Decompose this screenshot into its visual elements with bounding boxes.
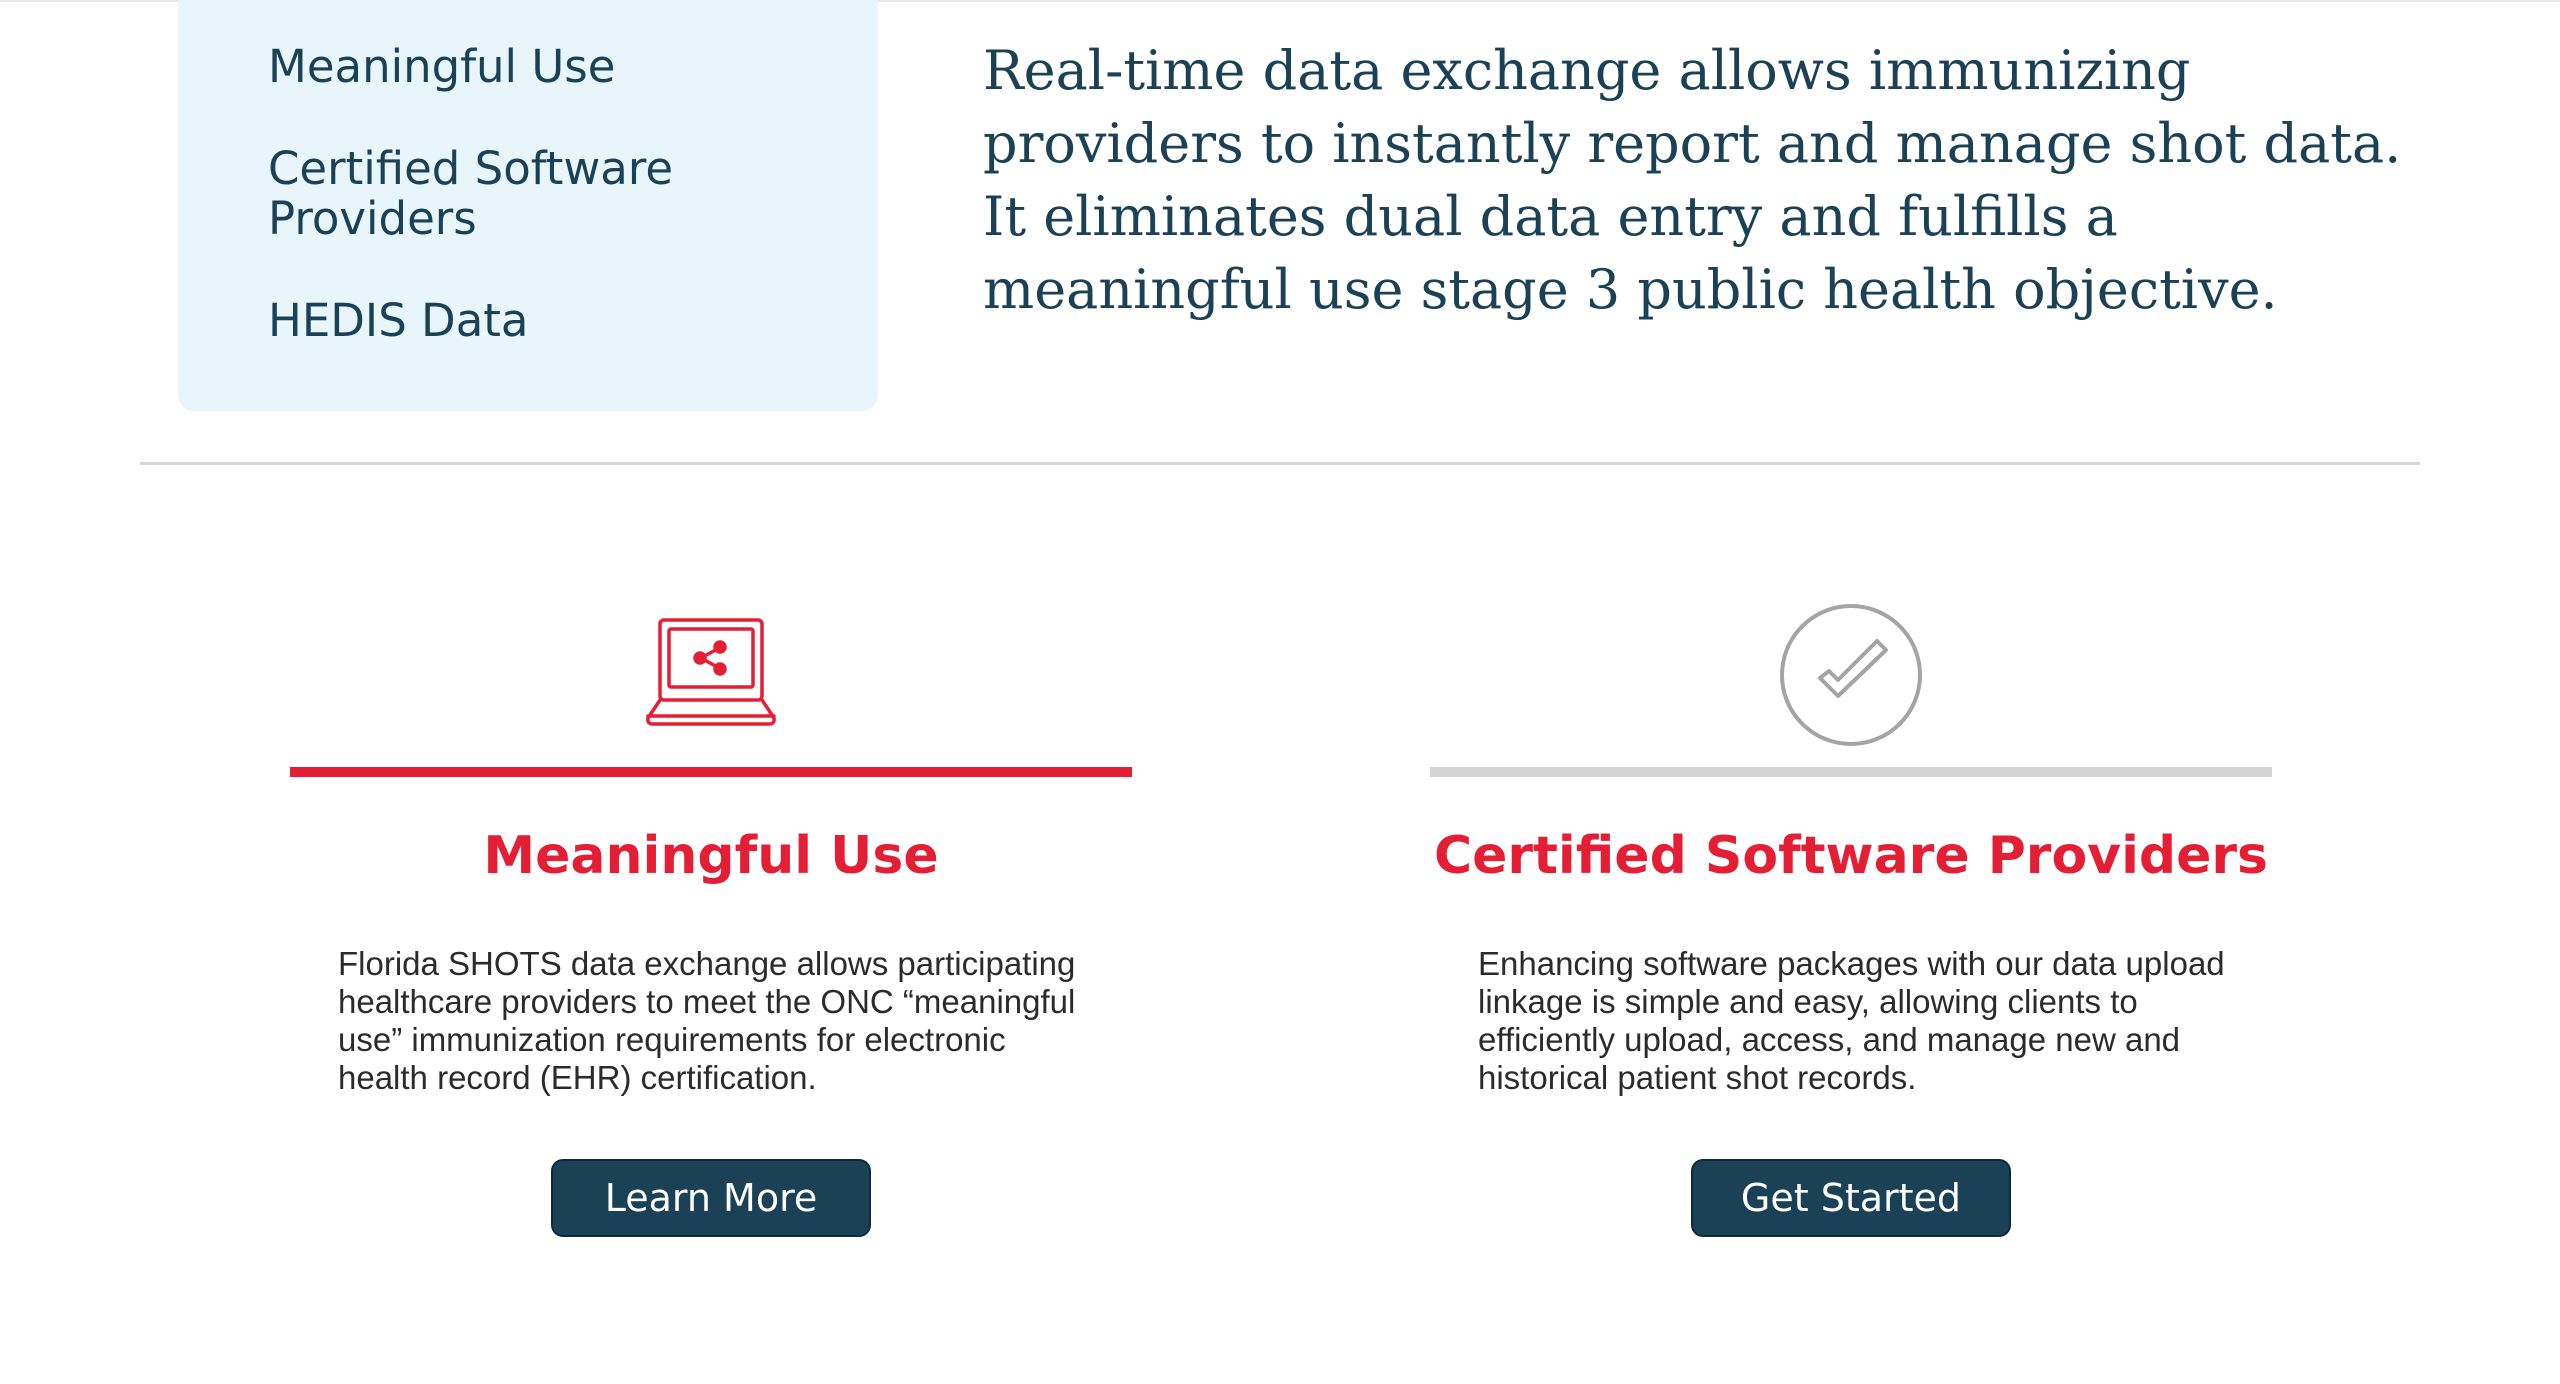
card-description: Florida SHOTS data exchange allows parti…: [338, 945, 1076, 1096]
get-started-button[interactable]: Get Started: [1691, 1159, 2011, 1237]
page: Meaningful Use Certified Software Provid…: [0, 0, 2560, 1384]
circle-check-icon: [1776, 600, 1926, 750]
card-title: Meaningful Use: [483, 826, 939, 886]
quick-links-panel: Meaningful Use Certified Software Provid…: [178, 0, 878, 411]
feature-card-meaningful-use: Meaningful Use Florida SHOTS data exchan…: [290, 600, 1132, 1260]
quick-link-meaningful-use[interactable]: Meaningful Use: [268, 42, 788, 92]
intro-paragraph: Real-time data exchange allows immunizin…: [983, 39, 2402, 321]
quick-link-certified-software-providers[interactable]: Certified Software Providers: [268, 144, 788, 244]
card-title: Certified Software Providers: [1434, 826, 2268, 886]
feature-card-certified-software-providers: Certified Software Providers Enhancing s…: [1430, 600, 2272, 1260]
card-accent-bar: [1430, 767, 2272, 777]
learn-more-button[interactable]: Learn More: [551, 1159, 871, 1237]
laptop-share-icon: [636, 600, 786, 750]
card-accent-bar: [290, 767, 1132, 777]
card-description: Enhancing software packages with our dat…: [1478, 945, 2225, 1096]
section-divider: [140, 462, 2420, 465]
quick-link-hedis-data[interactable]: HEDIS Data: [268, 296, 788, 346]
